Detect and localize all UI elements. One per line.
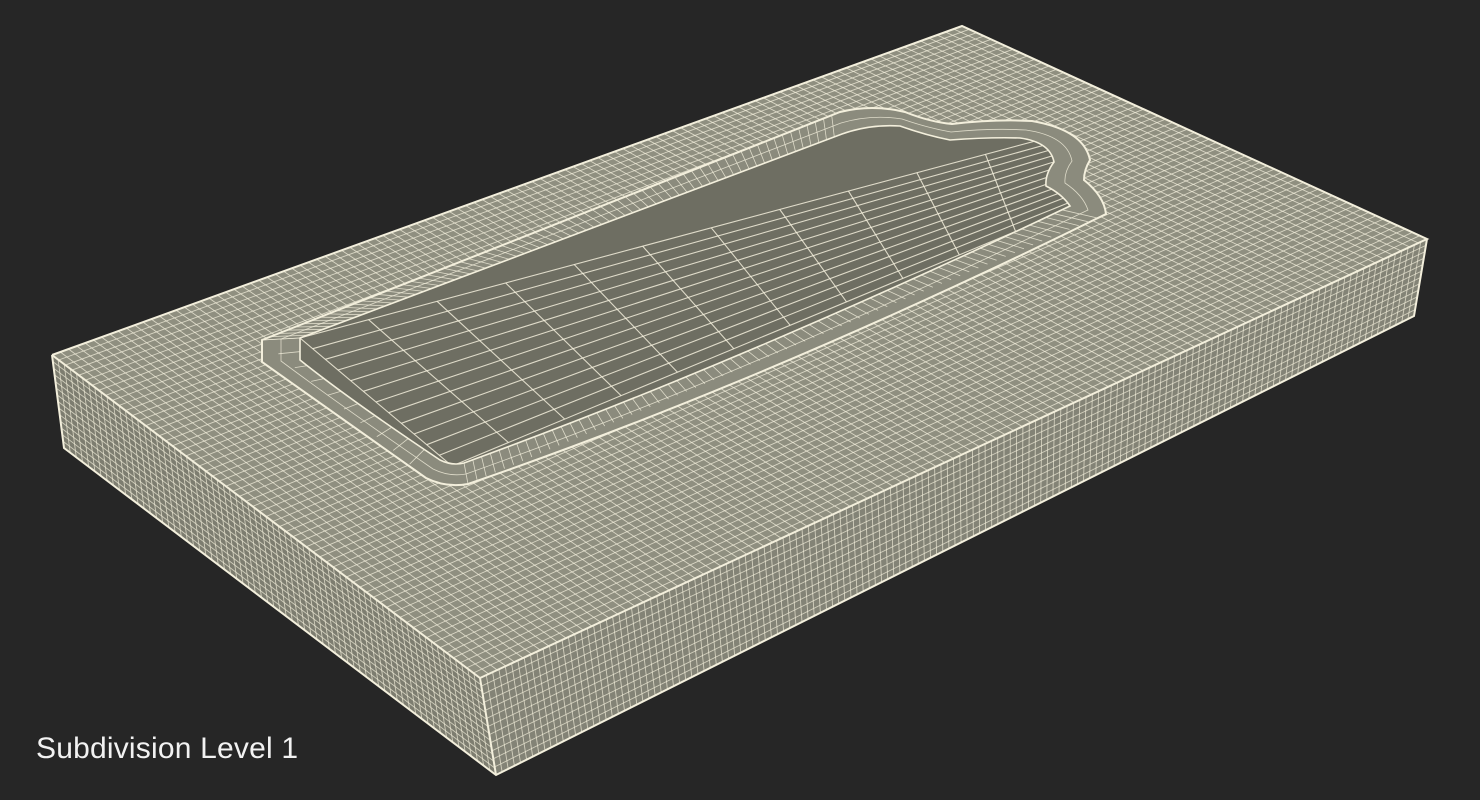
render-viewport: Subdivision Level 1 [0,0,1480,800]
wireframe-model [51,24,1430,777]
subdivision-level-caption: Subdivision Level 1 [36,732,299,765]
